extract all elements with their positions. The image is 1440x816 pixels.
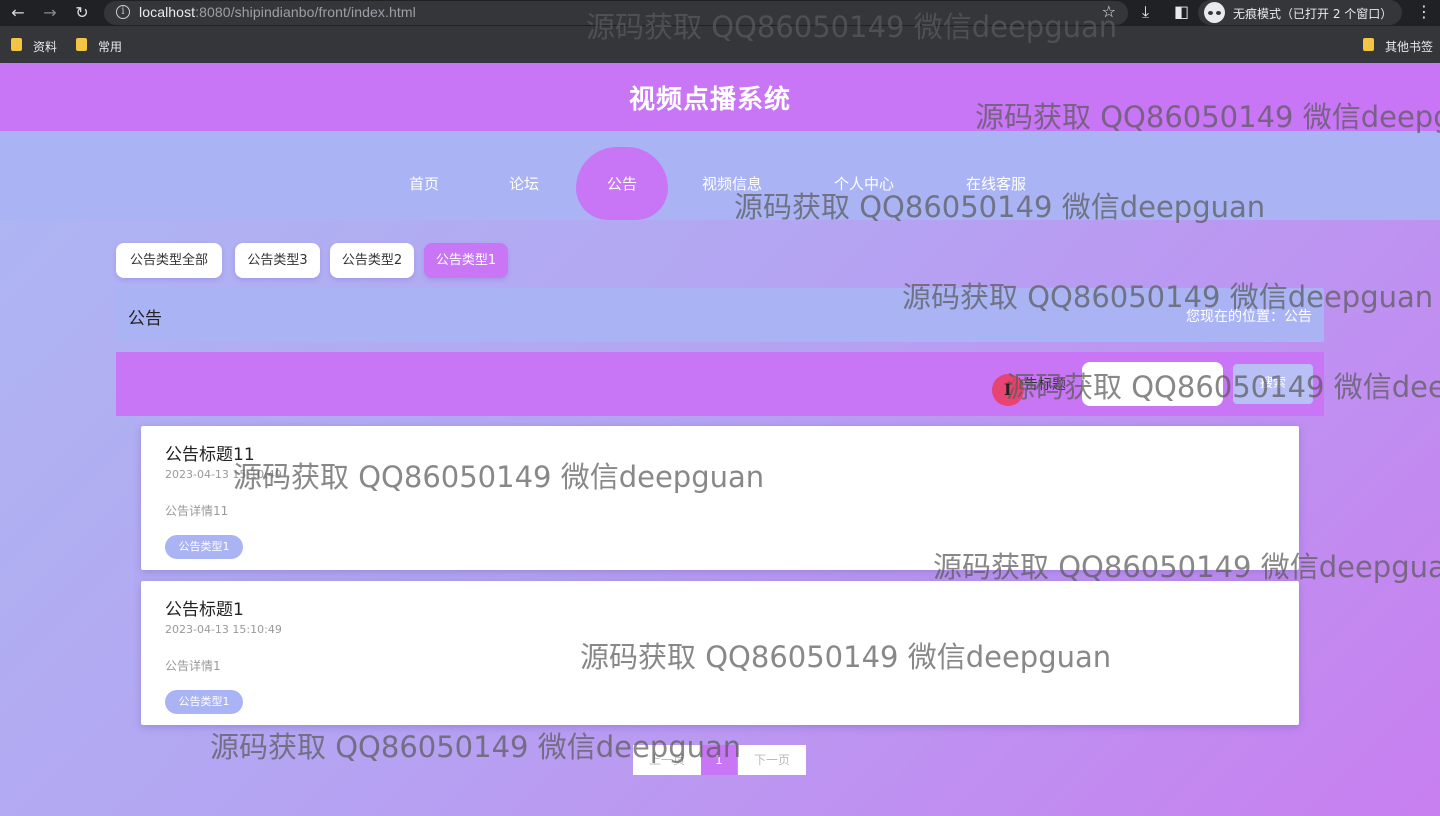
search-button[interactable]: 搜索 — [1233, 364, 1313, 404]
page-number[interactable]: 1 — [701, 745, 737, 775]
notice-type-tag: 公告类型1 — [165, 535, 243, 559]
info-icon[interactable]: i — [116, 5, 130, 19]
folder-icon — [11, 38, 22, 51]
url-text[interactable]: localhost:8080/shipindianbo/front/index.… — [139, 4, 416, 20]
notice-title[interactable]: 公告标题1 — [165, 595, 244, 620]
nav-video-info[interactable]: 视频信息 — [702, 173, 762, 194]
address-bar[interactable]: i localhost:8080/shipindianbo/front/inde… — [104, 1, 1128, 25]
notice-type-tag: 公告类型1 — [165, 690, 243, 714]
nav-notice[interactable]: 公告 — [576, 147, 668, 220]
filter-all[interactable]: 公告类型全部 — [116, 243, 222, 278]
notice-time: 2023-04-13 15:10:49 — [165, 468, 282, 481]
prev-page-button[interactable]: 上一页 — [633, 745, 701, 775]
bookmarks-bar: 资料 常用 其他书签 — [0, 26, 1440, 63]
nav-notice-label: 公告 — [606, 175, 637, 193]
nav-online-service[interactable]: 在线客服 — [966, 173, 1026, 194]
site-header: 视频点播系统 — [0, 63, 1440, 131]
notice-card[interactable]: 公告标题1 2023-04-13 15:10:49 公告详情1 公告类型1 — [141, 581, 1299, 725]
notice-title[interactable]: 公告标题11 — [165, 440, 255, 465]
breadcrumb: 您现在的位置：公告 — [1186, 309, 1312, 325]
forward-arrow-icon[interactable]: → — [41, 4, 59, 22]
reload-icon[interactable]: ↻ — [73, 4, 91, 22]
folder-icon — [1363, 38, 1374, 51]
breadcrumb-bar: 公告 您现在的位置：公告 — [116, 288, 1324, 342]
filter-type-1[interactable]: 公告类型1 — [424, 243, 508, 278]
back-arrow-icon[interactable]: ← — [9, 4, 27, 22]
main-nav: 首页 论坛 公告 视频信息 个人中心 在线客服 — [0, 131, 1440, 220]
notice-time: 2023-04-13 15:10:49 — [165, 623, 282, 636]
filter-type-2[interactable]: 公告类型2 — [330, 243, 414, 278]
incognito-icon — [1204, 2, 1225, 23]
download-icon[interactable]: ⤓ — [1142, 2, 1149, 22]
notice-card[interactable]: 公告标题11 2023-04-13 15:10:49 公告详情11 公告类型1 — [141, 426, 1299, 570]
folder-icon — [76, 38, 87, 51]
site-title: 视频点播系统 — [628, 85, 791, 115]
notice-desc: 公告详情11 — [165, 504, 229, 518]
incognito-label: 无痕模式（已打开 2 个窗口） — [1233, 7, 1393, 21]
sidepanel-icon[interactable]: ◧ — [1174, 2, 1189, 21]
page: 视频点播系统 首页 论坛 公告 视频信息 个人中心 在线客服 公告类型全部 公告… — [0, 63, 1440, 816]
bookmark-label: 其他书签 — [1385, 40, 1434, 54]
bookmark-star-icon[interactable]: ☆ — [1102, 2, 1116, 21]
browser-toolbar: ← → ↻ i localhost:8080/shipindianbo/fron… — [0, 0, 1440, 26]
filter-type-3[interactable]: 公告类型3 — [235, 243, 320, 278]
text-cursor-icon — [992, 374, 1024, 406]
nav-forum[interactable]: 论坛 — [509, 173, 539, 194]
menu-dots-icon[interactable]: ⋮ — [1416, 2, 1432, 21]
incognito-badge[interactable]: 无痕模式（已打开 2 个窗口） — [1198, 0, 1402, 25]
next-page-button[interactable]: 下一页 — [738, 745, 806, 775]
search-input[interactable] — [1082, 362, 1223, 406]
notice-desc: 公告详情1 — [165, 659, 221, 673]
search-bar: 公告标题 搜索 — [116, 352, 1324, 416]
section-title: 公告 — [128, 309, 162, 329]
bookmark-label: 资料 — [33, 40, 58, 54]
nav-user-center[interactable]: 个人中心 — [834, 173, 894, 194]
nav-home[interactable]: 首页 — [409, 173, 439, 194]
bookmark-label: 常用 — [98, 40, 123, 54]
